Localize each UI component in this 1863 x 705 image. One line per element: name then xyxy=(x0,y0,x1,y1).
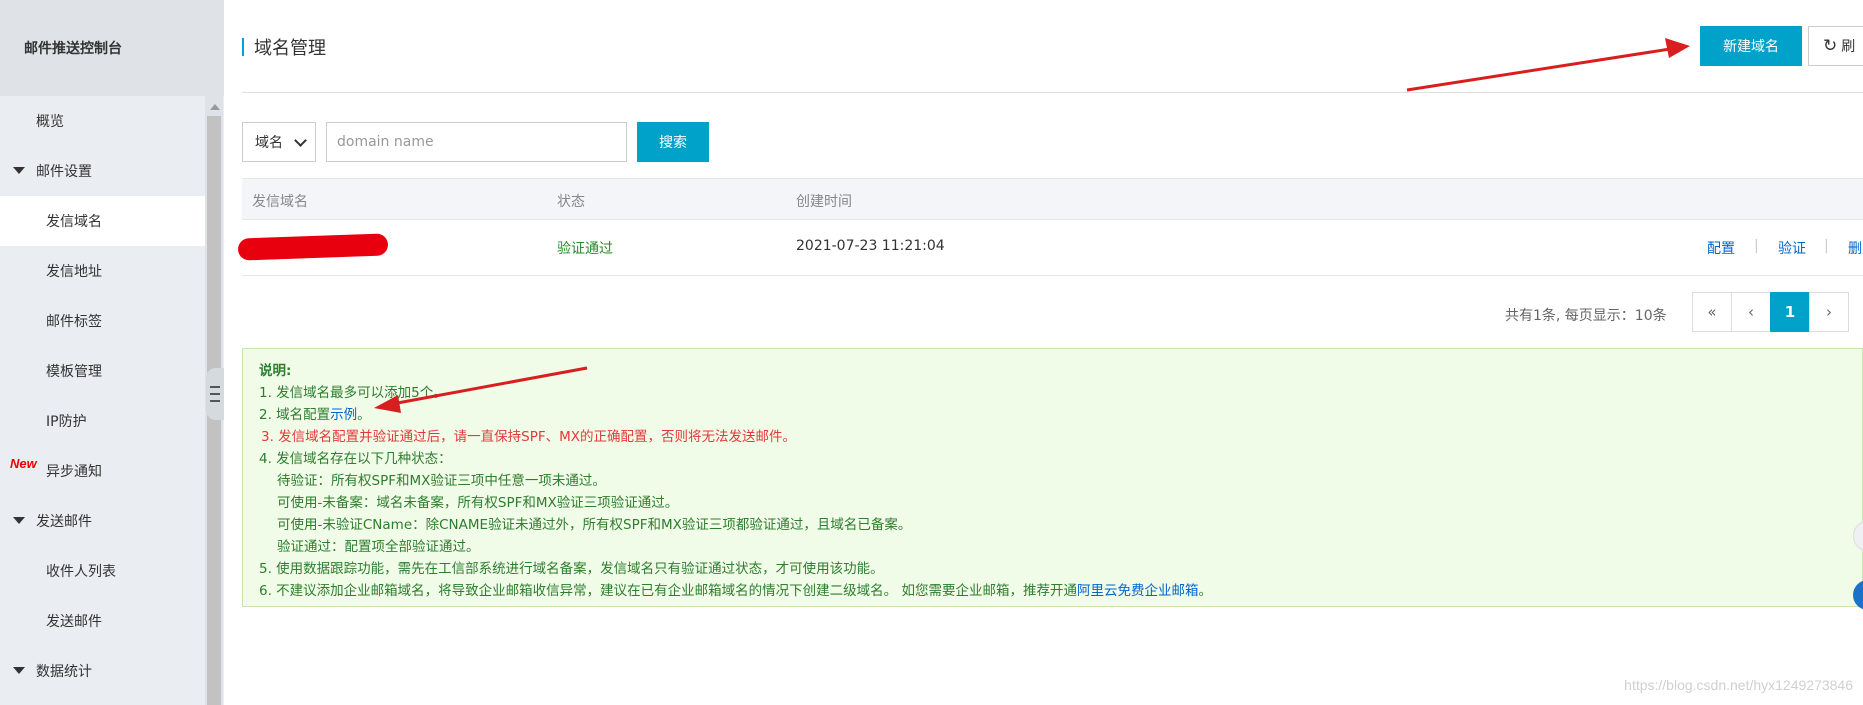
prev-page-button[interactable]: ‹ xyxy=(1731,292,1771,332)
column-header-status: 状态 xyxy=(557,194,585,210)
notice-heading: 说明: xyxy=(259,363,292,379)
sidebar-collapse-button[interactable] xyxy=(206,368,224,420)
notice-line-5: 5. 使用数据跟踪功能，需先在工信部系统进行域名备案，发信域名只有验证通过状态，… xyxy=(259,561,884,577)
search-button[interactable]: 搜索 xyxy=(637,122,709,162)
caret-down-icon xyxy=(13,667,25,674)
sidebar-item-1[interactable]: 邮件设置 xyxy=(0,146,205,196)
new-badge: New xyxy=(10,456,37,471)
sidebar-item-label: 模板管理 xyxy=(46,364,102,380)
first-page-button[interactable]: « xyxy=(1692,292,1732,332)
status-verified: 验证通过：配置项全部验证通过。 xyxy=(277,539,480,555)
sidebar-item-label: 发信地址 xyxy=(46,264,102,280)
status-no-cname: 可使用-未验证CName：除CNAME验证未通过外，所有权SPF和MX验证三项都… xyxy=(277,517,912,533)
page-title: 域名管理 xyxy=(254,38,326,59)
example-link[interactable]: 示例 xyxy=(330,407,357,423)
verify-link[interactable]: 验证 xyxy=(1778,238,1806,258)
sidebar-item-label: 邮件标签 xyxy=(46,314,102,330)
refresh-button[interactable]: ↻ 刷 xyxy=(1808,26,1863,66)
sidebar-item-label: 收件人列表 xyxy=(46,564,116,580)
sidebar-item-7[interactable]: New 异步通知 xyxy=(0,446,205,496)
free-enterprise-mail-link[interactable]: 阿里云免费企业邮箱 xyxy=(1077,583,1199,599)
redacted-domain-mark xyxy=(237,233,389,261)
domain-search-input[interactable] xyxy=(326,122,627,162)
sidebar-item-5[interactable]: 模板管理 xyxy=(0,346,205,396)
sidebar-item-label: 发信域名 xyxy=(46,214,102,230)
delete-link[interactable]: 删 xyxy=(1848,238,1862,258)
sidebar-item-2[interactable]: 发信域名 xyxy=(0,196,205,246)
notice-line-6-suffix: 。 xyxy=(1198,583,1212,599)
notice-line-1: 1. 发信域名最多可以添加5个。 xyxy=(259,385,447,401)
notice-line-4: 4. 发信域名存在以下几种状态： xyxy=(259,451,452,467)
menu-collapse-icon xyxy=(210,386,220,402)
action-separator: | xyxy=(1824,238,1829,254)
configure-link[interactable]: 配置 xyxy=(1707,238,1735,258)
select-value: 域名 xyxy=(255,135,283,151)
refresh-icon: ↻ xyxy=(1823,36,1838,56)
sidebar-item-8[interactable]: 发送邮件 xyxy=(0,496,205,546)
sidebar-item-9[interactable]: 收件人列表 xyxy=(0,546,205,596)
annotation-arrow-head xyxy=(1665,38,1690,58)
refresh-label: 刷 xyxy=(1841,39,1856,55)
pagination-summary: 共有1条, 每页显示：10条 xyxy=(1505,308,1667,324)
table-row: 验证通过 2021-07-23 11:21:04 配置 | 验证 | 删 xyxy=(237,220,1863,276)
watermark: https://blog.csdn.net/hyx1249273846 xyxy=(1624,677,1853,693)
sidebar-item-3[interactable]: 发信地址 xyxy=(0,246,205,296)
table-header: 发信域名 状态 创建时间 xyxy=(242,178,1863,220)
cell-created-time: 2021-07-23 11:21:04 xyxy=(796,238,945,254)
page-1-button[interactable]: 1 xyxy=(1770,292,1810,332)
search-field-select[interactable]: 域名 xyxy=(242,122,316,162)
caret-down-icon xyxy=(13,167,25,174)
next-page-button[interactable]: › xyxy=(1809,292,1849,332)
status-unfiled: 可使用-未备案：域名未备案，所有权SPF和MX验证三项验证通过。 xyxy=(277,495,679,511)
notice-line-6-prefix: 6. 不建议添加企业邮箱域名，将导致企业邮箱收信异常，建议在已有企业邮箱域名的情… xyxy=(259,583,1077,599)
caret-down-icon xyxy=(13,517,25,524)
sidebar-header: 邮件推送控制台 xyxy=(0,0,224,96)
sidebar-item-4[interactable]: 邮件标签 xyxy=(0,296,205,346)
sidebar-item-label: IP防护 xyxy=(46,414,87,430)
console-title: 邮件推送控制台 xyxy=(24,41,122,57)
notice-line-2-prefix: 2. 域名配置 xyxy=(259,407,331,423)
header-divider xyxy=(242,92,1863,93)
annotation-arrow-line xyxy=(1406,47,1671,92)
column-header-created: 创建时间 xyxy=(796,194,852,210)
notice-line-6: 6. 不建议添加企业邮箱域名，将导致企业邮箱收信异常，建议在已有企业邮箱域名的情… xyxy=(259,579,1212,599)
sidebar-item-label: 概览 xyxy=(36,114,64,130)
cell-status: 验证通过 xyxy=(557,241,613,257)
new-domain-button[interactable]: 新建域名 xyxy=(1700,26,1802,66)
scroll-up-arrow-icon[interactable] xyxy=(210,104,220,110)
sidebar-item-label: 发送邮件 xyxy=(36,514,92,530)
sidebar-item-0[interactable]: 概览 xyxy=(0,96,205,146)
notice-line-2-suffix: 。 xyxy=(357,407,371,423)
status-pending: 待验证：所有权SPF和MX验证三项中任意一项未通过。 xyxy=(277,473,606,489)
sidebar-item-label: 邮件设置 xyxy=(36,164,92,180)
chevron-down-icon xyxy=(294,134,307,147)
sidebar-item-label: 数据统计 xyxy=(36,664,92,680)
page-header: 域名管理 xyxy=(242,34,326,60)
action-separator: | xyxy=(1754,238,1759,254)
notice-line-3: 3. 发信域名配置并验证通过后，请一直保持SPF、MX的正确配置，否则将无法发送… xyxy=(261,429,797,445)
sidebar-item-11[interactable]: 数据统计 xyxy=(0,646,205,696)
sidebar-item-6[interactable]: IP防护 xyxy=(0,396,205,446)
title-accent-bar xyxy=(242,38,244,56)
sidebar-nav: 概览 邮件设置 发信域名 发信地址 邮件标签 模板管理 IP防护 New 异步通知 发送邮件 收件人… xyxy=(0,96,205,696)
notice-panel: 说明: 1. 发信域名最多可以添加5个。 2. 域名配置示例。 3. 发信域名配… xyxy=(242,348,1863,607)
sidebar-item-10[interactable]: 发送邮件 xyxy=(0,596,205,646)
sidebar-item-label: 发送邮件 xyxy=(46,614,102,630)
column-header-domain: 发信域名 xyxy=(252,194,308,210)
sidebar: 邮件推送控制台 概览邮件设置发信域名发信地址邮件标签模板管理 IP防护 New 异步通… xyxy=(0,0,224,705)
notice-line-2: 2. 域名配置示例。 xyxy=(259,403,371,423)
sidebar-item-label: 异步通知 xyxy=(46,464,102,480)
